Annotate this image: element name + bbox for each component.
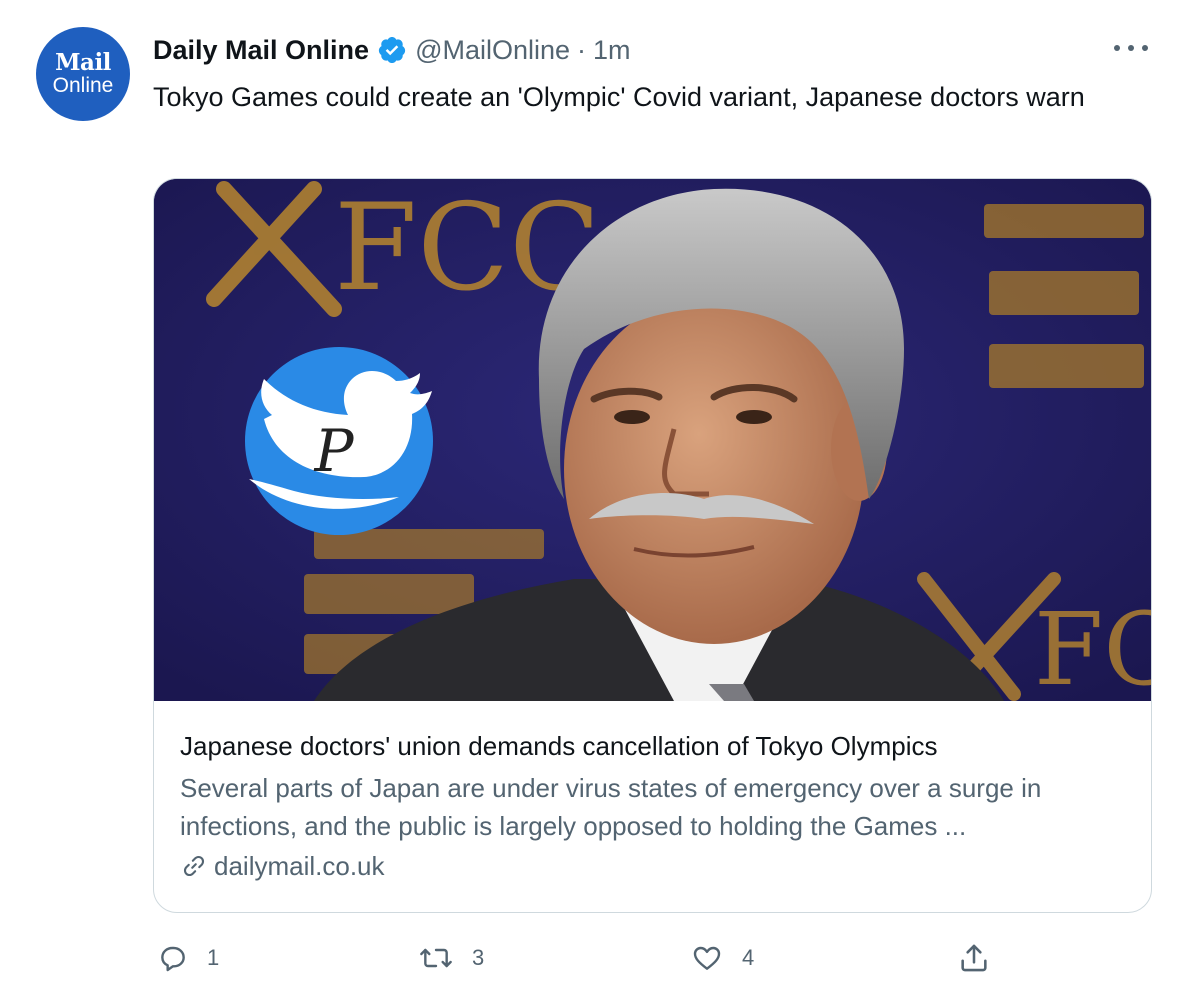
timestamp[interactable]: 1m — [593, 35, 631, 66]
link-card[interactable]: FCC FC — [153, 178, 1152, 913]
press-conference-photo: FCC FC — [154, 179, 1151, 701]
handle[interactable]: @MailOnline — [415, 35, 570, 66]
display-name[interactable]: Daily Mail Online — [153, 35, 369, 66]
like-count: 4 — [742, 945, 755, 970]
retweet-icon — [420, 948, 452, 968]
card-domain-text: dailymail.co.uk — [214, 851, 385, 881]
retweet-count: 3 — [472, 945, 485, 970]
action-bar: 1 3 4 — [0, 936, 1200, 980]
like-button[interactable]: 4 — [690, 936, 754, 980]
watermark-bird-icon: P — [245, 347, 433, 535]
watermark-letter: P — [313, 417, 354, 485]
more-options-icon[interactable] — [1114, 36, 1148, 60]
more-dot — [1128, 45, 1134, 51]
avatar-brand-line2: Online — [52, 74, 114, 97]
reply-icon — [161, 946, 185, 972]
separator-dot: · — [577, 34, 587, 65]
heart-icon — [693, 946, 721, 970]
more-dot — [1142, 45, 1148, 51]
avatar-brand-line1: Mail — [55, 49, 111, 76]
tweet[interactable]: Mail Online Daily Mail Online @MailOnlin… — [0, 0, 1200, 1008]
card-image[interactable]: FCC FC — [154, 179, 1151, 701]
share-button[interactable] — [957, 936, 1009, 980]
link-icon — [183, 855, 205, 877]
reply-count: 1 — [207, 945, 220, 970]
card-domain[interactable]: dailymail.co.uk — [180, 847, 1130, 885]
more-dot — [1114, 45, 1120, 51]
tweet-header: Daily Mail Online @MailOnline · 1m — [153, 30, 631, 70]
backdrop-text-right: FC — [1034, 591, 1151, 701]
avatar[interactable]: Mail Online — [36, 27, 130, 121]
card-description: Several parts of Japan are under virus s… — [180, 773, 1042, 841]
card-body: Japanese doctors' union demands cancella… — [180, 727, 1130, 885]
share-icon — [961, 944, 987, 972]
reply-button[interactable]: 1 — [157, 936, 219, 980]
verified-badge-icon — [377, 35, 407, 65]
tweet-text: Tokyo Games could create an 'Olympic' Co… — [153, 82, 1085, 112]
retweet-button[interactable]: 3 — [418, 936, 484, 980]
backdrop-kanji-right — [984, 204, 1144, 388]
card-title[interactable]: Japanese doctors' union demands cancella… — [180, 727, 1130, 765]
